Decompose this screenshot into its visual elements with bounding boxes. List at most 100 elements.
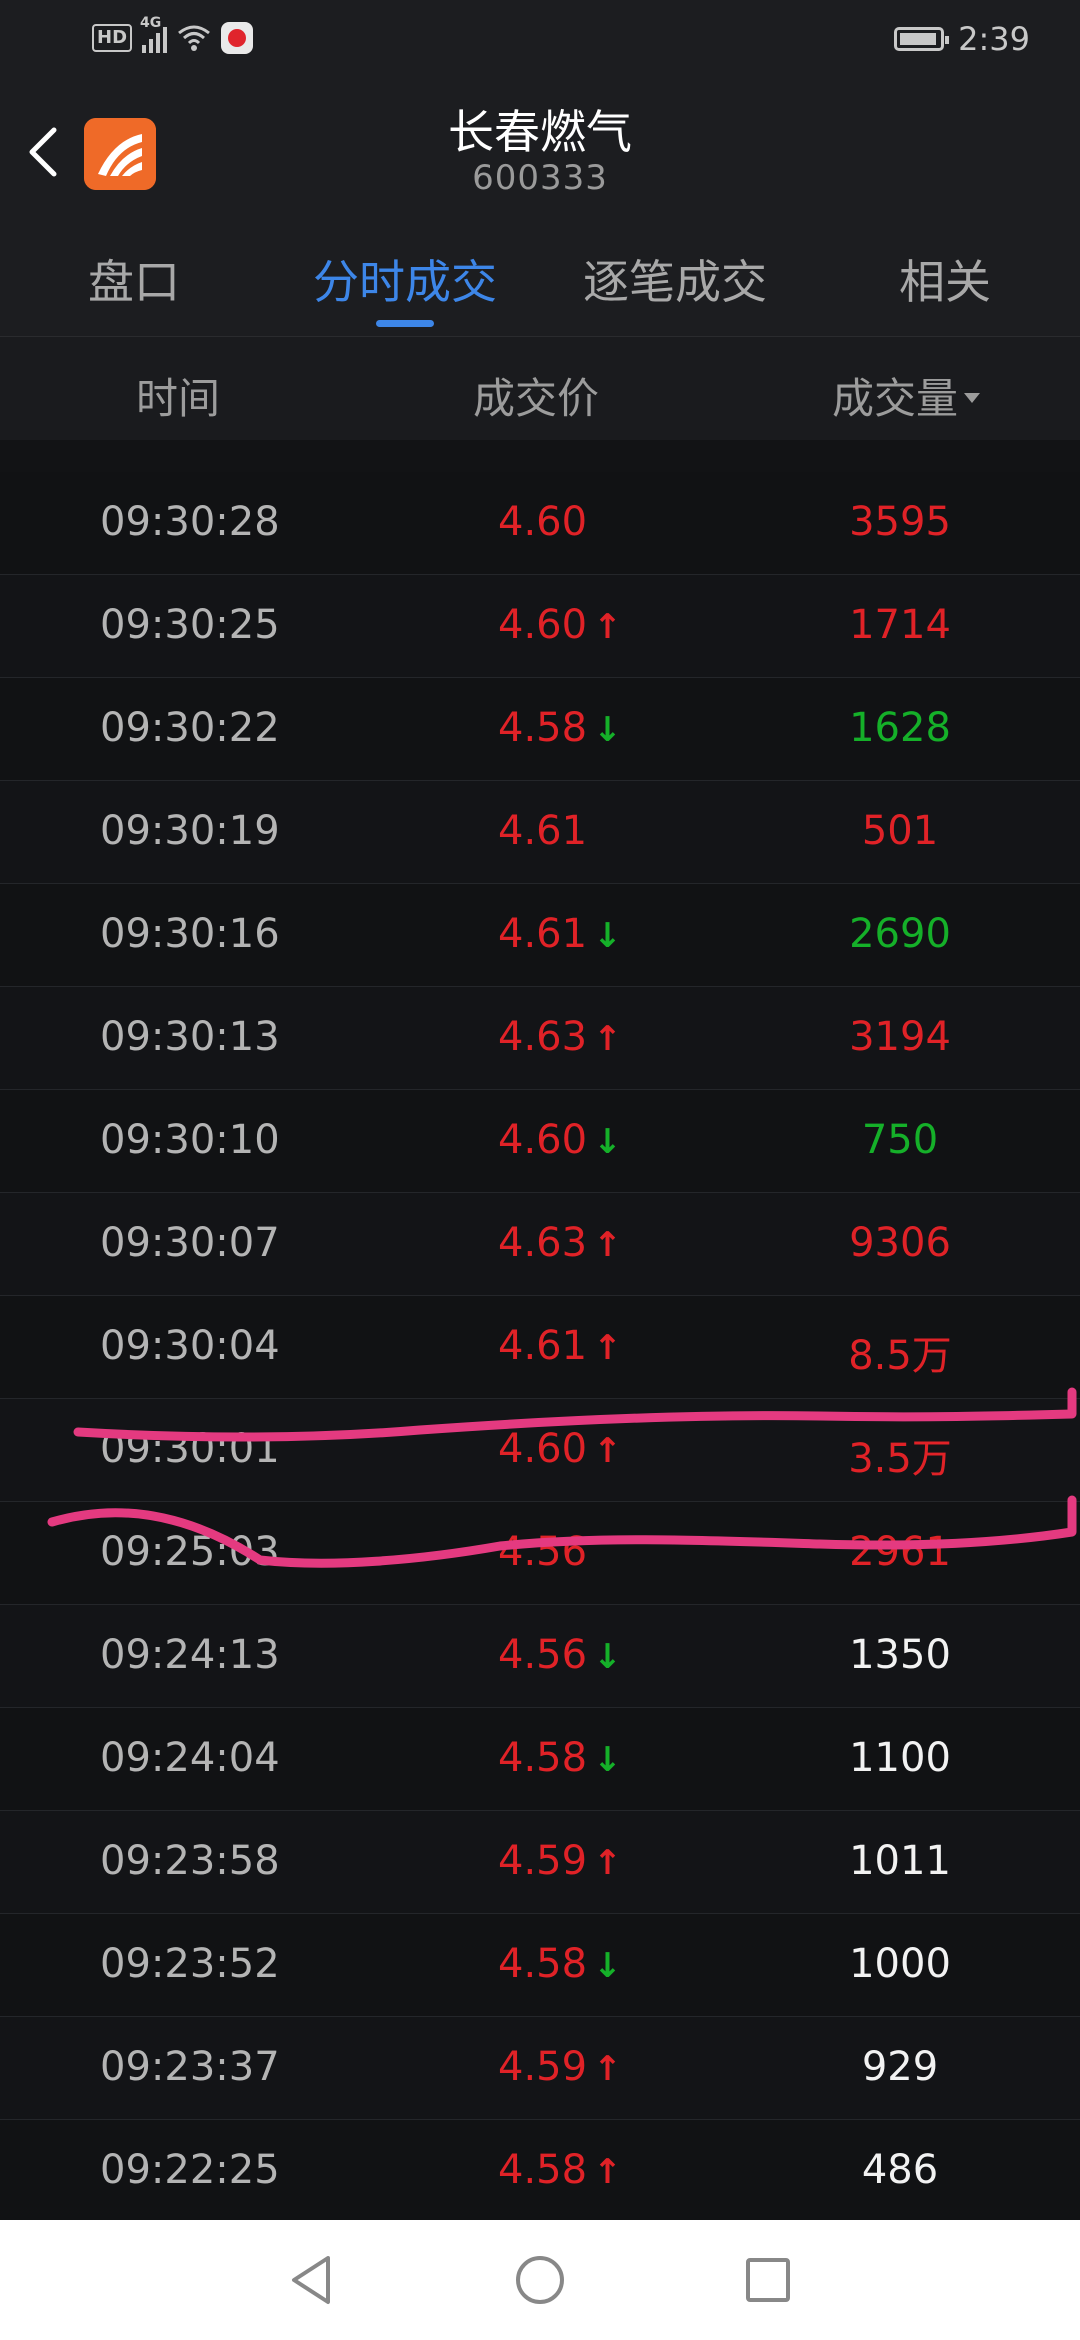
arrow-down-icon: ↓ xyxy=(593,1637,622,1677)
table-row: 09:22:25 4.58 ↑ 486 xyxy=(0,2120,1080,2223)
trade-time: 09:30:16 xyxy=(100,911,280,957)
trade-volume: 2690 xyxy=(849,911,951,957)
trade-volume: 486 xyxy=(861,2147,939,2193)
trade-time: 09:30:13 xyxy=(100,1014,280,1060)
trade-volume: 3194 xyxy=(849,1014,951,1060)
hd-icon: HD xyxy=(92,24,133,52)
list-top-spacer xyxy=(0,440,1080,472)
table-row: 09:30:07 4.63 ↑ 9306 xyxy=(0,1193,1080,1296)
trade-price-value: 4.58 xyxy=(498,1941,588,1987)
trade-price: 4.58 ↓ xyxy=(498,1735,622,1781)
trade-time: 09:30:22 xyxy=(100,705,280,751)
signal-icon: 4G xyxy=(140,15,168,53)
trade-price: 4.58 ↓ xyxy=(498,1941,622,1987)
trade-price-value: 4.63 xyxy=(498,1014,588,1060)
header-volume-label: 成交量 xyxy=(832,374,959,423)
table-row: 09:30:16 4.61 ↓ 2690 xyxy=(0,884,1080,987)
trade-list[interactable]: 09:30:28 4.60 3595 09:30:25 4.60 ↑ 1714 09:30:2… xyxy=(0,472,1080,2223)
table-row: 09:25:03 4.56 2961 xyxy=(0,1502,1080,1605)
trade-price-value: 4.56 xyxy=(498,1632,588,1678)
trade-time: 09:25:03 xyxy=(100,1529,280,1575)
system-nav-bar xyxy=(0,2220,1080,2340)
table-row: 09:30:01 4.60 ↑ 3.5万 xyxy=(0,1399,1080,1502)
table-row: 09:30:13 4.63 ↑ 3194 xyxy=(0,987,1080,1090)
trade-price: 4.60 ↑ xyxy=(498,602,622,648)
trade-price-value: 4.60 xyxy=(498,1426,588,1472)
sort-desc-icon xyxy=(964,393,981,403)
header-price: 成交价 xyxy=(473,374,600,423)
arrow-down-icon: ↓ xyxy=(593,710,622,750)
network-type: 4G xyxy=(140,15,162,31)
back-triangle-icon[interactable] xyxy=(282,2250,342,2310)
status-right: 2:39 xyxy=(894,20,1030,58)
tab-bar: 盘口 分时成交 逐笔成交 相关 xyxy=(0,208,1080,337)
app-notification-icon xyxy=(221,22,254,54)
trade-volume: 2961 xyxy=(849,1529,951,1575)
trade-price-value: 4.59 xyxy=(498,1838,588,1884)
trade-price-value: 4.63 xyxy=(498,1220,588,1266)
recents-square-icon[interactable] xyxy=(738,2250,798,2310)
wifi-icon xyxy=(178,25,210,51)
trade-volume: 1350 xyxy=(849,1632,951,1678)
trade-price: 4.63 ↑ xyxy=(498,1220,622,1266)
trade-price-value: 4.56 xyxy=(498,1529,588,1575)
arrow-down-icon: ↓ xyxy=(593,1122,622,1162)
tab-tick-trades[interactable]: 逐笔成交 xyxy=(555,246,795,312)
trade-time: 09:22:25 xyxy=(100,2147,280,2193)
table-row: 09:23:52 4.58 ↓ 1000 xyxy=(0,1914,1080,2017)
arrow-down-icon: ↓ xyxy=(593,1740,622,1780)
trade-price: 4.60 ↓ xyxy=(498,1117,622,1163)
trade-time: 09:30:04 xyxy=(100,1323,280,1369)
table-row: 09:30:25 4.60 ↑ 1714 xyxy=(0,575,1080,678)
header-time: 时间 xyxy=(136,374,221,423)
trade-price: 4.58 ↓ xyxy=(498,705,622,751)
trade-price: 4.59 ↑ xyxy=(498,1838,622,1884)
tab-related[interactable]: 相关 xyxy=(825,246,1065,312)
trade-price-value: 4.58 xyxy=(498,1735,588,1781)
arrow-up-icon: ↑ xyxy=(593,2152,622,2192)
arrow-up-icon: ↑ xyxy=(593,1225,622,1265)
table-row: 09:23:37 4.59 ↑ 929 xyxy=(0,2017,1080,2120)
status-bar: HD 4G 2:39 xyxy=(0,0,1080,80)
arrow-up-icon: ↑ xyxy=(593,1843,622,1883)
home-circle-icon[interactable] xyxy=(510,2250,570,2310)
trade-volume: 750 xyxy=(861,1117,939,1163)
trade-price-value: 4.60 xyxy=(498,602,588,648)
arrow-up-icon: ↑ xyxy=(593,1019,622,1059)
tab-order-book[interactable]: 盘口 xyxy=(14,246,254,312)
trade-time: 09:30:28 xyxy=(100,499,280,545)
trade-volume: 3595 xyxy=(849,499,951,545)
trade-time: 09:24:13 xyxy=(100,1632,280,1678)
trade-price: 4.59 ↑ xyxy=(498,2044,622,2090)
trade-volume: 929 xyxy=(861,2044,939,2090)
arrow-up-icon: ↑ xyxy=(593,1431,622,1471)
table-row: 09:30:22 4.58 ↓ 1628 xyxy=(0,678,1080,781)
trade-time: 09:23:37 xyxy=(100,2044,280,2090)
trade-volume: 9306 xyxy=(849,1220,951,1266)
trade-time: 09:30:25 xyxy=(100,602,280,648)
table-row: 09:30:04 4.61 ↑ 8.5万 xyxy=(0,1296,1080,1399)
trade-price: 4.61 xyxy=(498,808,587,854)
trade-time: 09:24:04 xyxy=(100,1735,280,1781)
trade-time: 09:23:52 xyxy=(100,1941,280,1987)
trade-price-value: 4.58 xyxy=(498,705,588,751)
table-header: 时间 成交价 成交量 xyxy=(0,337,1080,440)
trade-price: 4.58 ↑ xyxy=(498,2147,622,2193)
trade-time: 09:30:07 xyxy=(100,1220,280,1266)
tab-timeshare-trades[interactable]: 分时成交 xyxy=(285,246,525,312)
trade-volume: 1714 xyxy=(849,602,951,648)
stock-name: 长春燃气 xyxy=(448,105,632,159)
table-row: 09:23:58 4.59 ↑ 1011 xyxy=(0,1811,1080,1914)
trade-price-value: 4.61 xyxy=(498,911,588,957)
trade-price: 4.61 ↓ xyxy=(498,911,622,957)
header-volume[interactable]: 成交量 xyxy=(832,365,981,426)
trade-volume: 1628 xyxy=(849,705,951,751)
arrow-up-icon: ↑ xyxy=(593,1328,622,1368)
trade-time: 09:30:01 xyxy=(100,1426,280,1472)
trade-price: 4.63 ↑ xyxy=(498,1014,622,1060)
table-row: 09:30:28 4.60 3595 xyxy=(0,472,1080,575)
trade-price-value: 4.60 xyxy=(498,499,588,545)
table-row: 09:30:10 4.60 ↓ 750 xyxy=(0,1090,1080,1193)
trade-price: 4.60 ↑ xyxy=(498,1426,622,1472)
trade-volume: 1000 xyxy=(849,1941,951,1987)
